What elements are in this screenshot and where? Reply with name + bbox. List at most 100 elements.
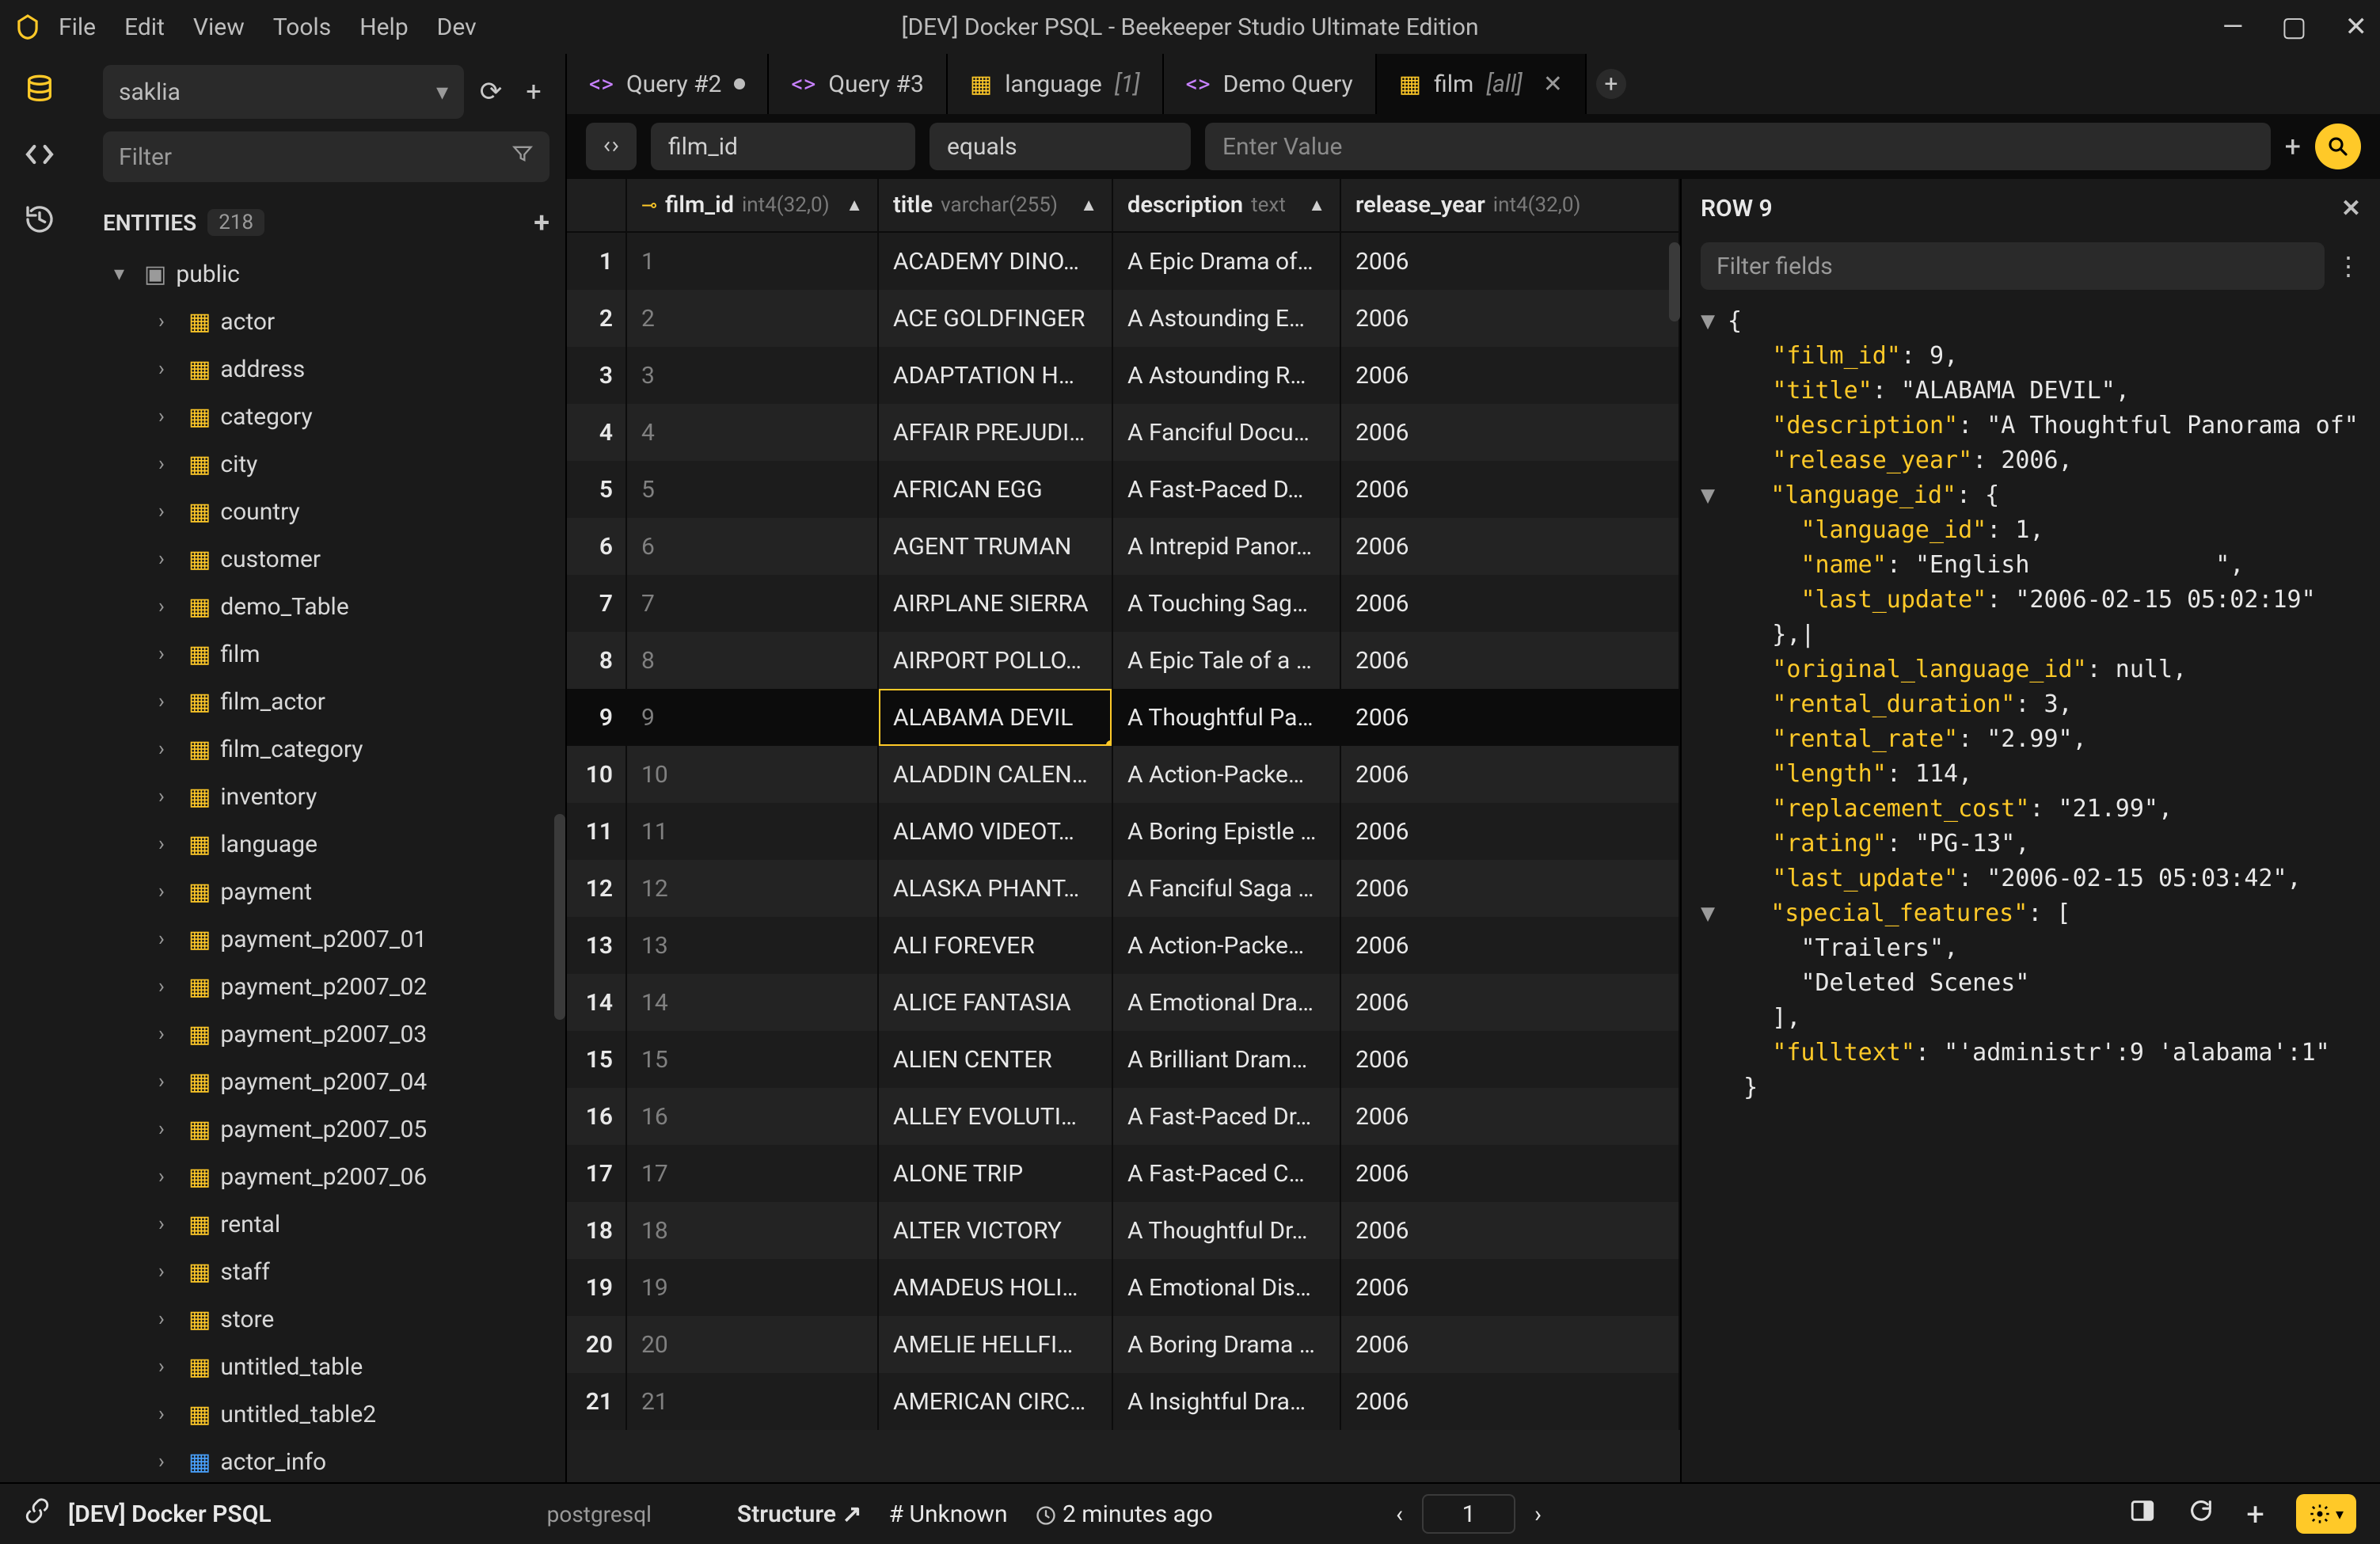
cell-year[interactable]: 2006 <box>1341 461 1680 518</box>
cell-title[interactable]: AMERICAN CIRC… <box>879 1373 1113 1430</box>
cell-title[interactable]: AIRPORT POLLO… <box>879 632 1113 689</box>
cell-description[interactable]: A Boring Drama … <box>1113 1316 1341 1373</box>
menu-edit[interactable]: Edit <box>124 13 165 41</box>
cell-title[interactable]: AFRICAN EGG <box>879 461 1113 518</box>
cell-film-id[interactable]: 14 <box>627 974 879 1031</box>
cell-film-id[interactable]: 12 <box>627 860 879 917</box>
column-rownum[interactable] <box>567 179 627 231</box>
cell-title[interactable]: ALABAMA DEVIL <box>879 689 1113 746</box>
table-row[interactable]: 22ACE GOLDFINGERA Astounding E…2006 <box>567 290 1680 347</box>
cell-description[interactable]: A Action-Packe… <box>1113 917 1341 974</box>
cell-title[interactable]: ALI FOREVER <box>879 917 1113 974</box>
cell-year[interactable]: 2006 <box>1341 917 1680 974</box>
cell-film-id[interactable]: 9 <box>627 689 879 746</box>
table-node[interactable]: ›▦demo_Table <box>103 583 565 630</box>
cell-year[interactable]: 2006 <box>1341 1031 1680 1088</box>
table-row[interactable]: 55AFRICAN EGGA Fast-Paced D…2006 <box>567 461 1680 518</box>
table-node[interactable]: ›▦untitled_table2 <box>103 1390 565 1438</box>
table-row[interactable]: 1717ALONE TRIPA Fast-Paced C…2006 <box>567 1145 1680 1202</box>
sidebar-toggle-icon[interactable] <box>2129 1497 2156 1531</box>
table-node[interactable]: ›▦actor_info <box>103 1438 565 1482</box>
add-filter-icon[interactable]: + <box>2285 130 2301 163</box>
structure-button[interactable]: Structure ↗ <box>737 1500 862 1528</box>
table-row[interactable]: 99ALABAMA DEVILA Thoughtful Pa…2006 <box>567 689 1680 746</box>
table-node[interactable]: ›▦payment_p2007_04 <box>103 1058 565 1105</box>
tab[interactable]: <>Query #2 <box>567 54 769 114</box>
table-node[interactable]: ›▦payment_p2007_01 <box>103 915 565 963</box>
connection-name[interactable]: [DEV] Docker PSQL <box>68 1500 272 1528</box>
column-header-title[interactable]: title varchar(255) ▲ <box>879 179 1113 231</box>
filter-operator-select[interactable]: equals <box>930 123 1191 170</box>
cell-description[interactable]: A Action-Packe… <box>1113 746 1341 803</box>
cell-title[interactable]: AMADEUS HOLI… <box>879 1259 1113 1316</box>
table-node[interactable]: ›▦payment_p2007_05 <box>103 1105 565 1153</box>
cell-film-id[interactable]: 19 <box>627 1259 879 1316</box>
cell-title[interactable]: ADAPTATION H… <box>879 347 1113 404</box>
table-node[interactable]: ›▦country <box>103 488 565 535</box>
tab[interactable]: ▦film[all]✕ <box>1377 54 1587 114</box>
table-node[interactable]: ›▦customer <box>103 535 565 583</box>
table-node[interactable]: ›▦film_category <box>103 725 565 773</box>
grid-scrollbar[interactable] <box>1669 242 1680 321</box>
cell-year[interactable]: 2006 <box>1341 974 1680 1031</box>
cell-film-id[interactable]: 7 <box>627 575 879 632</box>
table-row[interactable]: 1818ALTER VICTORYA Thoughtful Dr…2006 <box>567 1202 1680 1259</box>
column-header-release-year[interactable]: release_year int4(32,0) <box>1341 179 1680 231</box>
cell-film-id[interactable]: 13 <box>627 917 879 974</box>
cell-description[interactable]: A Brilliant Dram… <box>1113 1031 1341 1088</box>
table-row[interactable]: 1616ALLEY EVOLUTI…A Fast-Paced Dr…2006 <box>567 1088 1680 1145</box>
settings-button[interactable]: ▾ <box>2296 1494 2356 1534</box>
add-entity-icon[interactable]: + <box>534 206 549 239</box>
table-node[interactable]: ›▦address <box>103 345 565 393</box>
cell-year[interactable]: 2006 <box>1341 347 1680 404</box>
detail-filter-input[interactable]: Filter fields <box>1701 242 2325 290</box>
cell-year[interactable]: 2006 <box>1341 860 1680 917</box>
table-node[interactable]: ›▦language <box>103 820 565 868</box>
new-tab-button[interactable]: + <box>1587 54 1636 114</box>
cell-year[interactable]: 2006 <box>1341 1373 1680 1430</box>
column-header-film-id[interactable]: ⊸ film_id int4(32,0) ▲ <box>627 179 879 231</box>
cell-title[interactable]: AGENT TRUMAN <box>879 518 1113 575</box>
cell-title[interactable]: ALICE FANTASIA <box>879 974 1113 1031</box>
cell-film-id[interactable]: 20 <box>627 1316 879 1373</box>
table-row[interactable]: 88AIRPORT POLLO…A Epic Tale of a …2006 <box>567 632 1680 689</box>
tab[interactable]: <>Demo Query <box>1164 54 1377 114</box>
cell-film-id[interactable]: 1 <box>627 233 879 290</box>
cell-film-id[interactable]: 10 <box>627 746 879 803</box>
cell-year[interactable]: 2006 <box>1341 575 1680 632</box>
table-node[interactable]: ›▦payment_p2007_02 <box>103 963 565 1010</box>
menu-dev[interactable]: Dev <box>437 13 477 41</box>
schema-node[interactable]: ▾▣public <box>103 250 565 298</box>
table-row[interactable]: 77AIRPLANE SIERRAA Touching Sag…2006 <box>567 575 1680 632</box>
cell-film-id[interactable]: 8 <box>627 632 879 689</box>
menu-view[interactable]: View <box>193 13 245 41</box>
cell-description[interactable]: A Fast-Paced Dr… <box>1113 1088 1341 1145</box>
close-tab-icon[interactable]: ✕ <box>1543 70 1563 98</box>
page-next-icon[interactable]: › <box>1534 1500 1542 1528</box>
cell-year[interactable]: 2006 <box>1341 1259 1680 1316</box>
detail-more-icon[interactable]: ⋮ <box>2336 251 2361 281</box>
minimize-icon[interactable]: — <box>2222 13 2244 40</box>
cell-description[interactable]: A Fast-Paced D… <box>1113 461 1341 518</box>
refresh-status-icon[interactable] <box>2188 1497 2215 1531</box>
cell-film-id[interactable]: 11 <box>627 803 879 860</box>
cell-year[interactable]: 2006 <box>1341 404 1680 461</box>
cell-year[interactable]: 2006 <box>1341 1202 1680 1259</box>
cell-description[interactable]: A Astounding R… <box>1113 347 1341 404</box>
table-node[interactable]: ›▦category <box>103 393 565 440</box>
table-row[interactable]: 2121AMERICAN CIRC…A Insightful Dra…2006 <box>567 1373 1680 1430</box>
cell-title[interactable]: ACE GOLDFINGER <box>879 290 1113 347</box>
cell-description[interactable]: A Fast-Paced C… <box>1113 1145 1341 1202</box>
cell-description[interactable]: A Astounding E… <box>1113 290 1341 347</box>
menu-tools[interactable]: Tools <box>273 13 331 41</box>
add-row-icon[interactable]: + <box>2246 1496 2264 1533</box>
table-node[interactable]: ›▦film <box>103 630 565 678</box>
cell-title[interactable]: ALONE TRIP <box>879 1145 1113 1202</box>
table-row[interactable]: 1313ALI FOREVERA Action-Packe…2006 <box>567 917 1680 974</box>
table-node[interactable]: ›▦rental <box>103 1200 565 1248</box>
cell-film-id[interactable]: 16 <box>627 1088 879 1145</box>
cell-film-id[interactable]: 6 <box>627 518 879 575</box>
cell-year[interactable]: 2006 <box>1341 632 1680 689</box>
table-node[interactable]: ›▦payment_p2007_03 <box>103 1010 565 1058</box>
filter-column-select[interactable]: film_id <box>651 123 915 170</box>
